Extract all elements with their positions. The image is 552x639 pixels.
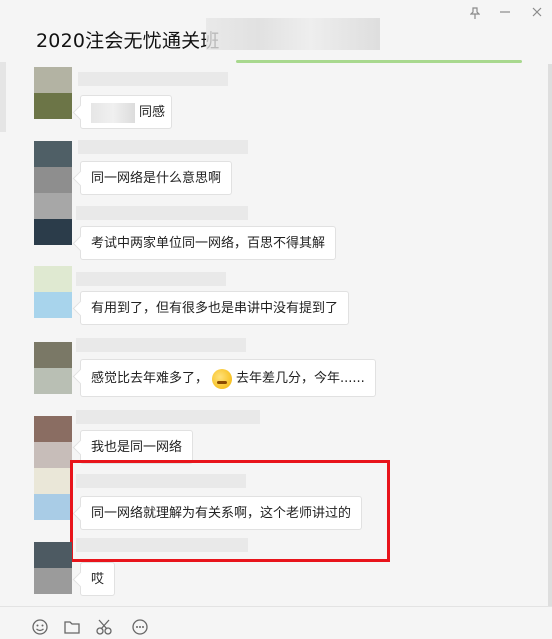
message-text: 同一网络是什么意思啊 <box>91 171 222 186</box>
message-text: 同感 <box>139 105 166 120</box>
input-toolbar <box>0 606 552 635</box>
blurred-sender-name <box>76 410 260 424</box>
message-text-continued: 去年差几分，今年...... <box>236 371 365 386</box>
avatar[interactable] <box>34 141 72 193</box>
message-text: 考试中两家单位同一网络，百思不得其解 <box>91 236 326 251</box>
close-icon[interactable] <box>532 6 542 20</box>
scrollbar[interactable] <box>548 64 552 624</box>
message-text: 有用到了，但有很多也是串讲中没有提到了 <box>91 301 339 316</box>
blurred-text <box>91 102 135 123</box>
message-text: 我也是同一网络 <box>91 440 183 455</box>
pin-icon[interactable] <box>469 7 481 22</box>
chat-header: 2020注会无忧通关班 <box>0 0 552 62</box>
avatar[interactable] <box>34 67 72 119</box>
blurred-title-suffix <box>206 18 380 50</box>
message-bubble[interactable]: 同一网络是什么意思啊 <box>80 161 233 195</box>
message-bubble[interactable]: 感觉比去年难多了， 去年差几分，今年...... <box>80 359 376 397</box>
message-text: 哎 <box>91 572 105 587</box>
blurred-sender-name <box>76 272 226 286</box>
chat-title: 2020注会无忧通关班 <box>36 30 220 52</box>
blurred-sender-name <box>76 538 248 552</box>
avatar[interactable] <box>34 193 72 245</box>
message-bubble[interactable]: 有用到了，但有很多也是串讲中没有提到了 <box>80 291 350 325</box>
avatar[interactable] <box>34 416 72 468</box>
progress-indicator <box>236 60 522 63</box>
minimize-icon[interactable] <box>500 6 510 20</box>
folder-icon[interactable] <box>64 619 80 638</box>
scissors-icon[interactable] <box>96 619 114 639</box>
sidebar-edge <box>0 62 6 132</box>
blurred-sender-name <box>78 140 248 154</box>
message-text: 感觉比去年难多了， <box>91 371 209 386</box>
chat-bubble-icon[interactable] <box>132 619 148 639</box>
message-bubble[interactable]: 我也是同一网络 <box>80 430 194 464</box>
blurred-sender-name <box>76 206 248 220</box>
avatar[interactable] <box>34 542 72 594</box>
avatar[interactable] <box>34 266 72 318</box>
avatar[interactable] <box>34 468 72 520</box>
avatar[interactable] <box>34 342 72 394</box>
message-bubble[interactable]: 同感 <box>80 95 172 129</box>
blurred-sender-name <box>76 338 246 352</box>
emoji-icon[interactable] <box>32 619 48 639</box>
message-bubble[interactable]: 考试中两家单位同一网络，百思不得其解 <box>80 226 337 260</box>
crying-laughing-emoji-icon <box>212 368 233 389</box>
blurred-sender-name <box>78 72 228 86</box>
message-bubble[interactable]: 哎 <box>80 562 116 596</box>
